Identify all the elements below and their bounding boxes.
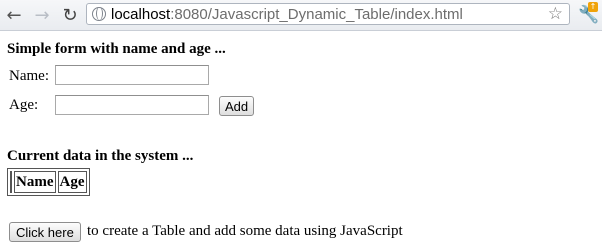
column-header-blank <box>10 171 12 193</box>
back-arrow-icon[interactable]: ← <box>2 3 26 27</box>
form-heading: Simple form with name and age ... <box>7 41 226 57</box>
reload-icon[interactable]: ↻ <box>58 3 82 27</box>
address-bar[interactable]: localhost:8080/Javascript_Dynamic_Table/… <box>86 3 570 25</box>
page-globe-icon <box>92 7 106 21</box>
data-table: Name Age <box>7 168 90 196</box>
bookmark-star-icon[interactable]: ☆ <box>548 4 563 24</box>
add-button[interactable]: Add <box>219 96 255 116</box>
url-host: localhost <box>111 6 171 23</box>
click-here-button[interactable]: Click here <box>9 222 81 242</box>
instruction-text: to create a Table and add some data usin… <box>87 223 403 239</box>
wrench-menu-icon[interactable]: 🔧 ↑ <box>578 2 600 26</box>
data-heading: Current data in the system ... <box>7 148 194 164</box>
column-header-age: Age <box>57 171 87 193</box>
name-label: Name: <box>9 68 49 84</box>
update-badge-icon: ↑ <box>588 2 598 12</box>
name-input[interactable] <box>55 65 209 85</box>
table-header-row: Name Age <box>10 171 87 193</box>
age-input[interactable] <box>55 95 209 115</box>
column-header-name: Name <box>14 171 56 193</box>
age-label: Age: <box>9 97 39 113</box>
forward-arrow-icon[interactable]: → <box>30 3 54 27</box>
browser-toolbar: ← → ↻ localhost:8080/Javascript_Dynamic_… <box>0 0 602 31</box>
url-path: :8080/Javascript_Dynamic_Table/index.htm… <box>170 6 463 23</box>
url-text: localhost:8080/Javascript_Dynamic_Table/… <box>111 5 463 24</box>
